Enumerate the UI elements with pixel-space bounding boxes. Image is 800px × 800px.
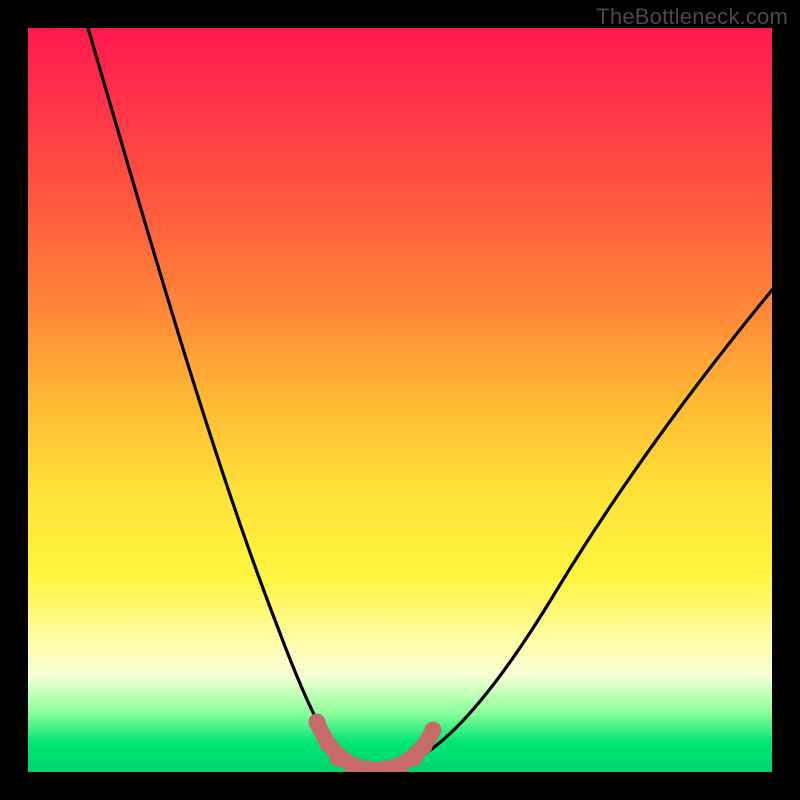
bottom-marker-group: [309, 714, 441, 772]
curve-path: [88, 28, 772, 768]
watermark-text: TheBottleneck.com: [596, 4, 788, 30]
plot-area: [28, 28, 772, 772]
chart-frame: TheBottleneck.com: [0, 0, 800, 800]
bottleneck-curve: [28, 28, 772, 772]
